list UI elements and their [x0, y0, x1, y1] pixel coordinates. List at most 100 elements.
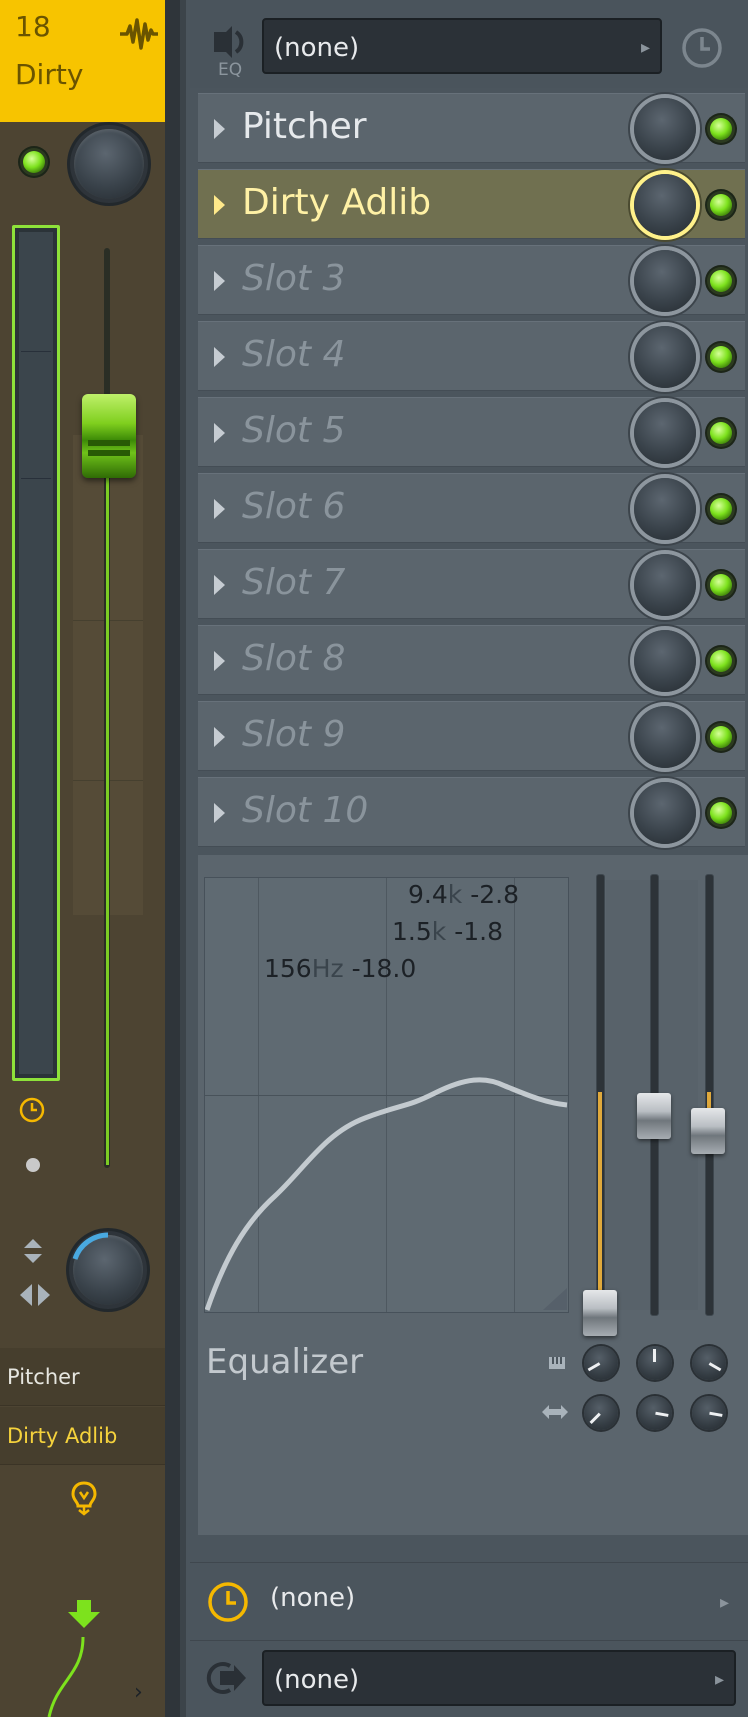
expand-triangle-icon[interactable]: [214, 119, 225, 139]
eq-band-2-bandwidth-knob[interactable]: [638, 1346, 672, 1380]
bandwidth-icon: [549, 1357, 565, 1369]
expand-triangle-icon[interactable]: [214, 195, 225, 215]
chevron-right-icon[interactable]: ›: [134, 1680, 143, 1705]
fx-enable-led[interactable]: [710, 422, 732, 444]
input-select[interactable]: (none) ▸: [262, 18, 662, 74]
fx-mix-knob[interactable]: [634, 174, 696, 236]
arrow-down-icon[interactable]: [66, 1598, 102, 1630]
eq-band-2-frequency-knob[interactable]: [638, 1396, 672, 1430]
fx-slot[interactable]: Slot 7: [198, 549, 745, 619]
fx-slot-name: Slot 3: [242, 258, 346, 299]
strip-slot-label[interactable]: Pitcher: [0, 1348, 165, 1406]
fx-slot-name: Slot 7: [242, 562, 346, 603]
strip-divider: [180, 0, 186, 1717]
clock-icon[interactable]: [680, 26, 724, 70]
eq-band-freq: 9.4: [408, 880, 448, 909]
volume-fader-handle[interactable]: [82, 394, 136, 478]
fx-slot[interactable]: Dirty Adlib: [198, 169, 745, 239]
pan-knob-ring: [72, 1232, 109, 1260]
fx-slot[interactable]: Slot 6: [198, 473, 745, 543]
input-select-value: (none): [274, 33, 360, 63]
fx-enable-led[interactable]: [710, 802, 732, 824]
fx-mix-knob[interactable]: [634, 782, 696, 844]
expand-triangle-icon[interactable]: [214, 727, 225, 747]
fx-mix-knob[interactable]: [634, 326, 696, 388]
fx-slot[interactable]: Slot 8: [198, 625, 745, 695]
eq-band-1-frequency-knob[interactable]: [584, 1396, 618, 1430]
dropdown-arrow-icon[interactable]: ▸: [720, 1592, 729, 1613]
eq-band-1-gain-handle[interactable]: [583, 1290, 617, 1336]
expand-triangle-icon[interactable]: [214, 499, 225, 519]
eq-band-1-bandwidth-knob[interactable]: [584, 1346, 618, 1380]
clock-icon[interactable]: [206, 1580, 250, 1624]
fx-mix-knob[interactable]: [634, 554, 696, 616]
expand-triangle-icon[interactable]: [214, 803, 225, 823]
send-select[interactable]: (none): [270, 1583, 355, 1613]
eq-frequency-graph[interactable]: [204, 877, 569, 1313]
fx-slot[interactable]: Slot 3: [198, 245, 745, 315]
eq-label: EQ: [218, 60, 243, 80]
fx-enable-led[interactable]: [710, 726, 732, 748]
fx-enable-led[interactable]: [710, 498, 732, 520]
expand-triangle-icon[interactable]: [214, 271, 225, 291]
fx-mix-knob[interactable]: [634, 250, 696, 312]
fx-mix-knob[interactable]: [634, 402, 696, 464]
fx-slot-name: Slot 10: [242, 790, 369, 831]
strip-slot-label[interactable]: Dirty Adlib: [0, 1407, 165, 1465]
swap-left-right-icon[interactable]: [18, 1280, 52, 1310]
eq-band-gain: -18.0: [351, 954, 417, 983]
channel-number: 18: [15, 10, 51, 43]
waveform-icon[interactable]: [118, 16, 160, 52]
channel-enable-led[interactable]: [23, 151, 45, 173]
expand-triangle-icon[interactable]: [214, 651, 225, 671]
output-route-icon[interactable]: [206, 1658, 250, 1698]
eq-band-1-gain-fill: [598, 1092, 602, 1298]
fx-slot[interactable]: Pitcher: [198, 93, 745, 163]
output-select-value: (none): [274, 1665, 360, 1695]
record-dot-icon[interactable]: [26, 1158, 40, 1172]
eq-route-icon[interactable]: [210, 22, 250, 62]
fx-slot[interactable]: Slot 10: [198, 777, 745, 847]
eq-band-readout: 156Hz -18.0: [264, 954, 416, 983]
clock-icon[interactable]: [19, 1097, 45, 1123]
expand-triangle-icon[interactable]: [214, 423, 225, 443]
routing-icon[interactable]: [70, 1480, 98, 1516]
eq-band-gain: -1.8: [454, 917, 503, 946]
fx-slot[interactable]: Slot 5: [198, 397, 745, 467]
expand-triangle-icon[interactable]: [214, 347, 225, 367]
fx-mix-knob[interactable]: [634, 630, 696, 692]
fx-slot-name: Pitcher: [242, 106, 367, 147]
fx-slot-name: Slot 9: [242, 714, 346, 755]
equalizer-title: Equalizer: [206, 1342, 364, 1382]
fx-mix-knob[interactable]: [634, 478, 696, 540]
eq-band-3-gain-handle[interactable]: [691, 1108, 725, 1154]
volume-level-line: [106, 470, 109, 1165]
peak-meter: [12, 225, 60, 1081]
fx-enable-led[interactable]: [710, 650, 732, 672]
output-select[interactable]: (none) ▸: [262, 1650, 736, 1706]
divider: [190, 1562, 748, 1563]
fx-slot[interactable]: Slot 9: [198, 701, 745, 771]
dropdown-arrow-icon: ▸: [714, 1669, 724, 1690]
divider: [190, 1640, 748, 1641]
fx-enable-led[interactable]: [710, 574, 732, 596]
fx-enable-led[interactable]: [710, 118, 732, 140]
eq-band-2-gain-handle[interactable]: [637, 1093, 671, 1139]
stereo-separation-knob[interactable]: [74, 129, 144, 199]
fx-mix-knob[interactable]: [634, 706, 696, 768]
eq-band-freq: 1.5: [392, 917, 432, 946]
eq-band-readout: 9.4k -2.8: [408, 880, 519, 909]
fx-enable-led[interactable]: [710, 346, 732, 368]
swap-up-down-icon[interactable]: [20, 1236, 46, 1266]
channel-name[interactable]: Dirty: [15, 58, 83, 91]
fx-enable-led[interactable]: [710, 194, 732, 216]
fx-slot-name: Slot 6: [242, 486, 346, 527]
fx-mix-knob[interactable]: [634, 98, 696, 160]
fx-enable-led[interactable]: [710, 270, 732, 292]
eq-band-freq: 156: [264, 954, 312, 983]
fx-slot[interactable]: Slot 4: [198, 321, 745, 391]
expand-triangle-icon[interactable]: [214, 575, 225, 595]
fx-slot-name: Slot 8: [242, 638, 346, 679]
eq-band-3-frequency-knob[interactable]: [692, 1396, 726, 1430]
eq-band-3-bandwidth-knob[interactable]: [692, 1346, 726, 1380]
